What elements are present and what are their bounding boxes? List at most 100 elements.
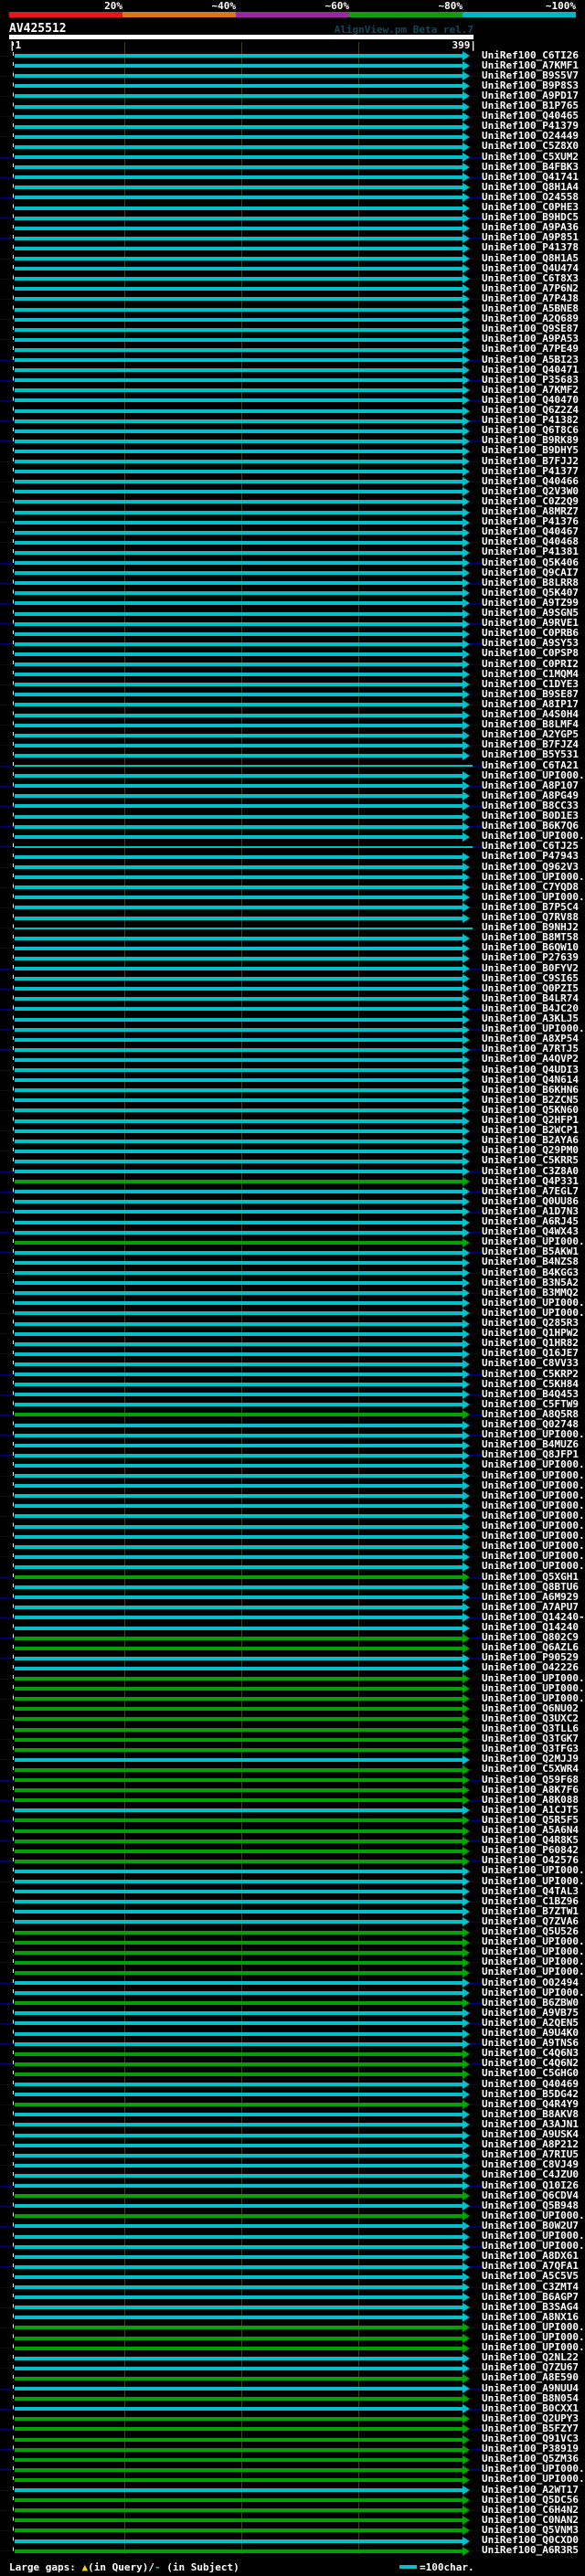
alignment-bar[interactable] bbox=[15, 1180, 463, 1184]
alignment-bar[interactable] bbox=[15, 257, 463, 260]
alignment-bar[interactable] bbox=[15, 987, 463, 991]
alignment-bar[interactable] bbox=[15, 1677, 463, 1680]
alignment-bar[interactable] bbox=[15, 2062, 463, 2066]
alignment-bar[interactable] bbox=[15, 2539, 463, 2543]
alignment-bar[interactable] bbox=[15, 967, 463, 970]
alignment-bar[interactable] bbox=[15, 581, 463, 586]
alignment-bar[interactable] bbox=[15, 1078, 463, 1083]
alignment-bar[interactable] bbox=[15, 337, 463, 342]
alignment-bar[interactable] bbox=[15, 2051, 463, 2056]
alignment-bar[interactable] bbox=[15, 307, 463, 312]
alignment-bar[interactable] bbox=[15, 2194, 463, 2199]
alignment-bar[interactable] bbox=[15, 358, 463, 362]
alignment-bar[interactable] bbox=[15, 977, 463, 981]
alignment-bar[interactable] bbox=[15, 946, 463, 950]
alignment-bar[interactable] bbox=[15, 186, 463, 190]
alignment-bar[interactable] bbox=[15, 2336, 463, 2340]
alignment-bar[interactable] bbox=[15, 134, 463, 139]
alignment-bar[interactable] bbox=[15, 673, 463, 677]
alignment-bar[interactable] bbox=[15, 784, 463, 789]
alignment-bar[interactable] bbox=[15, 1291, 463, 1296]
hit-row[interactable]: UniRef100_A6R3R5 bbox=[0, 2545, 585, 2556]
alignment-bar[interactable] bbox=[15, 1666, 463, 1670]
alignment-bar[interactable] bbox=[15, 1697, 463, 1701]
alignment-bar[interactable] bbox=[15, 2041, 463, 2046]
alignment-bar[interactable] bbox=[15, 2488, 463, 2492]
alignment-bar[interactable] bbox=[15, 2031, 463, 2036]
alignment-bar[interactable] bbox=[15, 1646, 463, 1650]
alignment-bar[interactable] bbox=[15, 460, 463, 463]
alignment-bar[interactable] bbox=[15, 64, 463, 69]
alignment-bar[interactable] bbox=[15, 1585, 463, 1590]
alignment-bar[interactable] bbox=[15, 2264, 463, 2269]
alignment-bar[interactable] bbox=[15, 114, 463, 119]
alignment-bar[interactable] bbox=[15, 2549, 463, 2553]
alignment-bar[interactable] bbox=[15, 1341, 463, 1346]
alignment-bar[interactable] bbox=[15, 124, 463, 129]
alignment-bar[interactable] bbox=[15, 865, 463, 869]
alignment-bar[interactable] bbox=[15, 2366, 463, 2370]
alignment-bar[interactable] bbox=[15, 1108, 463, 1113]
alignment-bar[interactable] bbox=[15, 1818, 463, 1823]
alignment-bar[interactable] bbox=[15, 267, 463, 271]
alignment-bar[interactable] bbox=[15, 1281, 463, 1286]
alignment-bar[interactable] bbox=[15, 1200, 463, 1204]
alignment-bar[interactable] bbox=[15, 1890, 463, 1894]
alignment-bar[interactable] bbox=[15, 1575, 463, 1579]
alignment-bar[interactable] bbox=[15, 1514, 463, 1519]
alignment-bar[interactable] bbox=[15, 1230, 463, 1235]
alignment-bar[interactable] bbox=[15, 1737, 463, 1742]
alignment-bar[interactable] bbox=[15, 378, 463, 383]
alignment-bar[interactable] bbox=[15, 1859, 463, 1863]
alignment-bar[interactable] bbox=[15, 246, 463, 250]
alignment-bar[interactable] bbox=[15, 2244, 463, 2249]
hit-label[interactable]: UniRef100_A6R3R5 bbox=[482, 2545, 579, 2556]
alignment-bar[interactable] bbox=[15, 1778, 463, 1782]
alignment-bar[interactable] bbox=[15, 1007, 463, 1012]
alignment-bar[interactable] bbox=[15, 1210, 463, 1214]
alignment-bar[interactable] bbox=[15, 1616, 463, 1620]
alignment-bar[interactable] bbox=[15, 1970, 463, 1975]
alignment-bar[interactable] bbox=[15, 2295, 463, 2300]
alignment-bar[interactable] bbox=[15, 2123, 463, 2127]
alignment-bar[interactable] bbox=[15, 277, 463, 281]
alignment-bar[interactable] bbox=[15, 2254, 463, 2259]
alignment-bar[interactable] bbox=[15, 2508, 463, 2513]
alignment-bar[interactable] bbox=[15, 2376, 463, 2380]
alignment-bar[interactable] bbox=[15, 663, 463, 666]
alignment-bar[interactable] bbox=[15, 916, 463, 920]
alignment-bar[interactable] bbox=[15, 1494, 463, 1499]
alignment-bar[interactable] bbox=[15, 1606, 463, 1610]
alignment-bar[interactable] bbox=[15, 1260, 463, 1265]
alignment-bar[interactable] bbox=[15, 297, 463, 302]
alignment-bar[interactable] bbox=[15, 2153, 463, 2157]
alignment-bar[interactable] bbox=[15, 530, 463, 535]
alignment-bar[interactable] bbox=[15, 2417, 463, 2422]
alignment-bar[interactable] bbox=[15, 885, 463, 890]
alignment-bar[interactable] bbox=[15, 165, 463, 170]
alignment-bar[interactable] bbox=[15, 206, 463, 210]
alignment-bar[interactable] bbox=[15, 1250, 463, 1255]
alignment-bar[interactable] bbox=[15, 1118, 463, 1123]
alignment-bar[interactable] bbox=[15, 2011, 463, 2016]
alignment-bar[interactable] bbox=[15, 2387, 463, 2390]
alignment-bar[interactable] bbox=[15, 2346, 463, 2350]
alignment-bar[interactable] bbox=[15, 1463, 463, 1468]
alignment-bar[interactable] bbox=[15, 956, 463, 960]
alignment-bar[interactable] bbox=[15, 561, 463, 565]
alignment-bar[interactable] bbox=[15, 611, 463, 616]
alignment-bar[interactable] bbox=[15, 2093, 463, 2097]
alignment-bar[interactable] bbox=[15, 1321, 463, 1326]
alignment-bar[interactable] bbox=[15, 621, 463, 626]
alignment-bar[interactable] bbox=[15, 1767, 463, 1772]
alignment-bar[interactable] bbox=[15, 480, 463, 484]
alignment-bar[interactable] bbox=[15, 388, 463, 393]
alignment-bar[interactable] bbox=[15, 1757, 463, 1762]
alignment-bar[interactable] bbox=[15, 2234, 463, 2239]
alignment-bar[interactable] bbox=[15, 1159, 463, 1163]
alignment-bar[interactable] bbox=[15, 1068, 463, 1072]
alignment-bar[interactable] bbox=[15, 2447, 463, 2452]
alignment-bar[interactable] bbox=[15, 1910, 463, 1914]
alignment-bar[interactable] bbox=[15, 540, 463, 545]
alignment-bar[interactable] bbox=[15, 1829, 463, 1833]
